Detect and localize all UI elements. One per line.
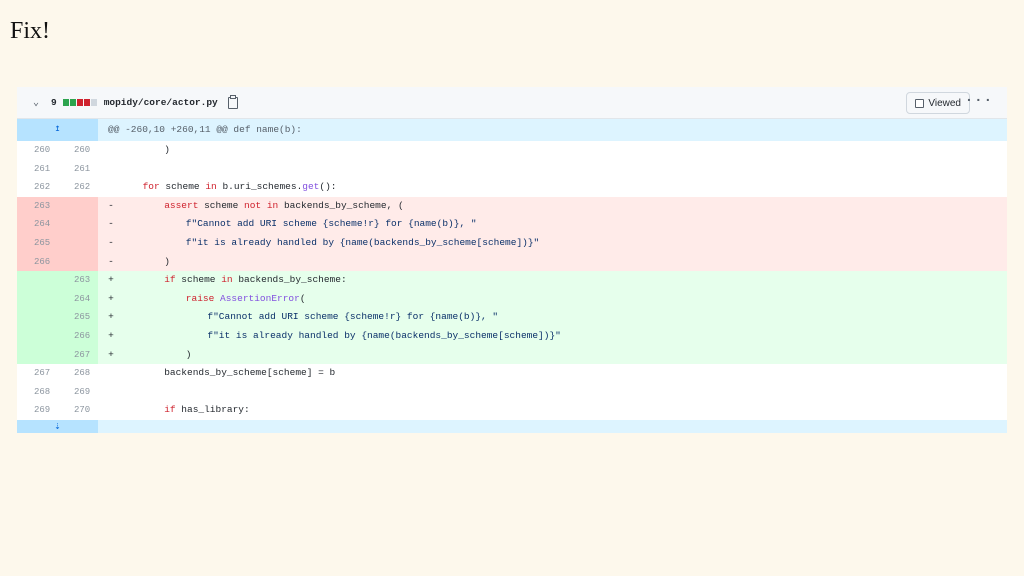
new-line-number[interactable] bbox=[57, 252, 98, 272]
new-line-number[interactable] bbox=[57, 196, 98, 216]
file-header: ⌄ 9 mopidy/core/actor.py Viewed ··· bbox=[17, 87, 1007, 119]
diff-sign bbox=[101, 383, 121, 402]
added-line: 265 + f"Cannot add URI scheme {scheme!r} f… bbox=[17, 308, 1007, 327]
diff-sign: + bbox=[108, 311, 114, 323]
code-text: ) bbox=[164, 255, 170, 267]
old-line-number[interactable]: 266 bbox=[17, 252, 57, 272]
diff-sign bbox=[101, 160, 121, 179]
old-line-number[interactable]: 269 bbox=[17, 401, 57, 420]
change-count: 9 bbox=[51, 97, 57, 108]
viewed-button[interactable]: Viewed bbox=[906, 92, 970, 114]
added-line: 267 +) bbox=[17, 345, 1007, 365]
diff-sign bbox=[101, 178, 121, 197]
diff-sign: + bbox=[108, 274, 114, 286]
viewed-checkbox[interactable] bbox=[915, 98, 925, 108]
chevron-down-icon[interactable]: ⌄ bbox=[33, 97, 45, 109]
deleted-line: 266 -) bbox=[17, 252, 1007, 272]
new-line-number[interactable]: 261 bbox=[57, 159, 98, 179]
context-line: 267 268 backends_by_scheme[scheme] = b bbox=[17, 364, 1007, 383]
expand-down-icon[interactable]: ⇣ bbox=[17, 419, 98, 433]
old-line-number[interactable]: 262 bbox=[17, 178, 57, 197]
added-line: 264 + raise AssertionError( bbox=[17, 289, 1007, 309]
hunk-footer: ⇣ bbox=[17, 419, 1007, 433]
code-text: backends_by_scheme[scheme] = b bbox=[164, 367, 336, 379]
new-line-number[interactable]: 260 bbox=[57, 141, 98, 160]
new-line-number[interactable] bbox=[57, 215, 98, 234]
old-line-number[interactable]: 267 bbox=[17, 364, 57, 383]
code-text: if has_library: bbox=[164, 404, 250, 416]
new-line-number[interactable] bbox=[57, 233, 98, 253]
viewed-label: Viewed bbox=[928, 97, 961, 109]
copy-icon[interactable] bbox=[227, 94, 238, 109]
diff-sign: + bbox=[108, 329, 114, 341]
file-name[interactable]: mopidy/core/actor.py bbox=[104, 97, 218, 108]
diffstat-added-block bbox=[69, 99, 76, 106]
diff-sign: + bbox=[108, 348, 114, 360]
code-text: f"it is already handled by {name(backend… bbox=[207, 329, 561, 341]
diff-sign: + bbox=[108, 292, 114, 304]
diff-lines: 260 260) 261 261 262 262 for scheme in b.uri_s… bbox=[17, 141, 1007, 420]
code-text: assert scheme not in backends_by_scheme,… bbox=[164, 199, 404, 211]
code-text: f"Cannot add URI scheme {scheme!r} for {… bbox=[207, 311, 499, 323]
more-options-icon[interactable]: ··· bbox=[965, 93, 993, 109]
new-line-number[interactable]: 267 bbox=[57, 345, 98, 365]
new-line-number[interactable]: 262 bbox=[57, 178, 98, 197]
old-line-number[interactable] bbox=[17, 271, 57, 290]
diffstat-deleted-block bbox=[76, 99, 83, 106]
diffstat-deleted-block bbox=[83, 99, 90, 106]
code-text: if scheme in backends_by_scheme: bbox=[164, 274, 347, 286]
diff-sign bbox=[101, 364, 121, 383]
old-line-number[interactable] bbox=[17, 345, 57, 365]
old-line-number[interactable]: 263 bbox=[17, 196, 57, 216]
old-line-number[interactable] bbox=[17, 308, 57, 327]
new-line-number[interactable]: 265 bbox=[57, 308, 98, 327]
code-text: ) bbox=[185, 348, 192, 360]
deleted-line: 265 - f"it is already handled by {name(bac… bbox=[17, 233, 1007, 253]
diff-sign: - bbox=[108, 199, 114, 211]
old-line-number[interactable] bbox=[17, 289, 57, 309]
context-line: 268 269 bbox=[17, 382, 1007, 402]
code-text: raise AssertionError( bbox=[185, 292, 306, 304]
diff-sign: - bbox=[108, 236, 114, 248]
new-line-number[interactable]: 269 bbox=[57, 382, 98, 402]
added-line: 266 + f"it is already handled by {name(bac… bbox=[17, 326, 1007, 346]
deleted-line: 263 - assert scheme not in backends_by_sch… bbox=[17, 196, 1007, 216]
diffstat-neutral-block bbox=[90, 99, 97, 106]
diff-sign bbox=[101, 401, 121, 420]
old-line-number[interactable]: 268 bbox=[17, 382, 57, 402]
file-diff: ⌄ 9 mopidy/core/actor.py Viewed ··· ↥ @@… bbox=[17, 87, 1007, 433]
diff-sign: - bbox=[108, 218, 114, 230]
context-line: 262 262 for scheme in b.uri_schemes.get(): bbox=[17, 178, 1007, 197]
diffstat-added-block bbox=[62, 99, 69, 106]
context-line: 269 270 if has_library: bbox=[17, 401, 1007, 420]
old-line-number[interactable]: 260 bbox=[17, 141, 57, 160]
code-text: f"Cannot add URI scheme {scheme!r} for {… bbox=[185, 218, 477, 230]
code-text: f"it is already handled by {name(backend… bbox=[185, 236, 540, 248]
deleted-line: 264 - f"Cannot add URI scheme {scheme!r} f… bbox=[17, 215, 1007, 234]
old-line-number[interactable] bbox=[17, 326, 57, 346]
expand-up-icon[interactable]: ↥ bbox=[17, 119, 98, 141]
diff-sign bbox=[101, 141, 121, 160]
context-line: 260 260) bbox=[17, 141, 1007, 160]
new-line-number[interactable]: 266 bbox=[57, 326, 98, 346]
new-line-number[interactable]: 268 bbox=[57, 364, 98, 383]
slide-title: Fix! bbox=[10, 18, 51, 44]
code-text: ) bbox=[164, 144, 170, 155]
code-text: for scheme in b.uri_schemes.get(): bbox=[142, 181, 337, 193]
hunk-header-text: @@ -260,10 +260,11 @@ def name(b): bbox=[108, 124, 302, 135]
old-line-number[interactable]: 265 bbox=[17, 233, 57, 253]
diff-sign: - bbox=[108, 255, 114, 267]
diffstat-blocks bbox=[62, 99, 98, 106]
new-line-number[interactable]: 264 bbox=[57, 289, 98, 309]
new-line-number[interactable]: 270 bbox=[57, 401, 98, 420]
hunk-header: ↥ @@ -260,10 +260,11 @@ def name(b): bbox=[17, 119, 1007, 141]
old-line-number[interactable]: 264 bbox=[17, 215, 57, 234]
new-line-number[interactable]: 263 bbox=[57, 271, 98, 290]
context-line: 261 261 bbox=[17, 159, 1007, 179]
old-line-number[interactable]: 261 bbox=[17, 159, 57, 179]
added-line: 263 + if scheme in backends_by_scheme: bbox=[17, 271, 1007, 290]
